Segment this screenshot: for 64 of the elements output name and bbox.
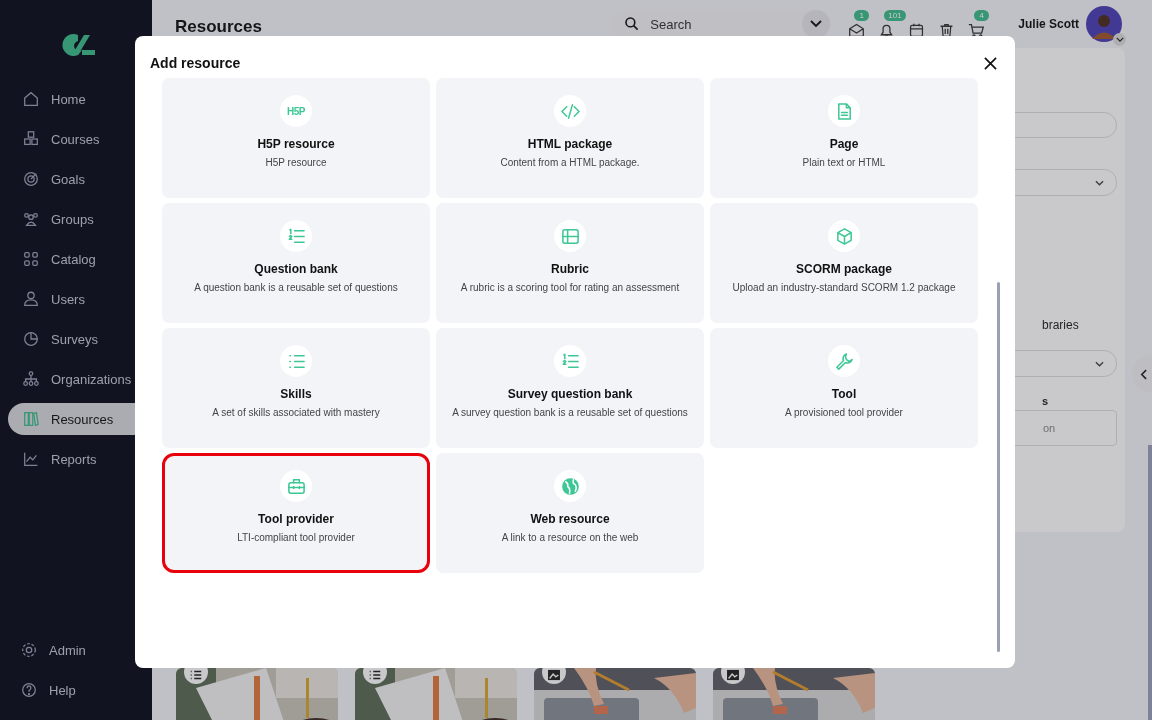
cubes-icon: [22, 130, 40, 148]
nav-item[interactable]: Courses: [8, 123, 152, 155]
wrench-icon: [834, 351, 854, 371]
nav-item[interactable]: Home: [8, 83, 152, 115]
modal-title: Add resource: [150, 55, 241, 71]
toolbox-icon: [286, 476, 306, 496]
nav-item[interactable]: Groups: [8, 203, 152, 235]
target-icon: [22, 170, 40, 188]
code-icon: [560, 101, 580, 121]
globe-icon: [560, 476, 580, 496]
resource-card[interactable]: SCORM package Upload an industry-standard SCORM 1.2 package: [710, 203, 978, 323]
pie-chart-icon: [22, 330, 40, 348]
numbered-list-icon: [286, 226, 306, 246]
home-icon: [22, 90, 40, 108]
h5p-logo: H5P: [287, 105, 305, 117]
cube-icon: [834, 226, 854, 246]
line-chart-icon: [22, 450, 40, 468]
resource-card[interactable]: Question bank A question bank is a reusable set of questions: [162, 203, 430, 323]
resource-card[interactable]: H5P H5P resource H5P resource: [162, 78, 430, 198]
dropdown-button[interactable]: [802, 10, 831, 38]
resource-card[interactable]: Rubric A rubric is a scoring tool for rating an assessment: [436, 203, 704, 323]
chevron-down-icon: [1095, 360, 1104, 367]
field-label: s: [1042, 395, 1050, 407]
grid-icon: [22, 250, 40, 268]
search-field[interactable]: Search: [648, 15, 793, 33]
resource-card[interactable]: Skills A set of skills associated with mastery: [162, 328, 430, 448]
settings-icon: [20, 641, 38, 659]
chevron-left-icon: [1140, 368, 1147, 380]
count-badge: 1: [854, 10, 870, 21]
layout-icon: [560, 226, 580, 246]
nav-item[interactable]: Help: [8, 674, 152, 706]
chevron-down-icon: [1095, 179, 1104, 186]
user-name: Julie Scott: [1018, 17, 1079, 31]
nav-item[interactable]: Reports: [8, 443, 152, 475]
cart-icon: [968, 22, 986, 39]
count-badge: 101: [884, 10, 906, 21]
search-icon: [624, 16, 641, 32]
help-icon: [20, 681, 38, 699]
close-icon: [984, 56, 997, 70]
nav-item[interactable]: Surveys: [8, 323, 152, 355]
avatar[interactable]: [1086, 6, 1122, 42]
resource-card[interactable]: Survey question bank A survey question bank is a reusable set of questions: [436, 328, 704, 448]
numbered-list-icon: [560, 351, 580, 371]
nav-item[interactable]: Admin: [8, 634, 152, 666]
books-icon: [22, 410, 40, 428]
resource-card[interactable]: Page Plain text or HTML: [710, 78, 978, 198]
nav-item[interactable]: Organizations: [8, 363, 152, 395]
user-icon: [22, 290, 40, 308]
resource-card[interactable]: Web resource A link to a resource on the web: [436, 453, 704, 573]
scrollbar[interactable]: [1148, 445, 1152, 720]
field-label: braries: [1042, 318, 1080, 332]
resource-card[interactable]: Tool A provisioned tool provider: [710, 328, 978, 448]
chevron-down-icon[interactable]: [1113, 33, 1126, 46]
resource-card[interactable]: Tool provider LTI-compliant tool provider: [162, 453, 430, 573]
count-badge: 4: [974, 10, 990, 21]
page-title: Resources: [175, 17, 263, 37]
nav-item[interactable]: Goals: [8, 163, 152, 195]
org-chart-icon: [22, 370, 40, 388]
people-icon: [22, 210, 40, 228]
resource-card[interactable]: HTML package Content from a HTML package.: [436, 78, 704, 198]
nav-item[interactable]: Users: [8, 283, 152, 315]
close-button[interactable]: [982, 54, 999, 72]
chevron-down-icon: [810, 20, 823, 28]
scrollbar[interactable]: [997, 282, 1000, 652]
